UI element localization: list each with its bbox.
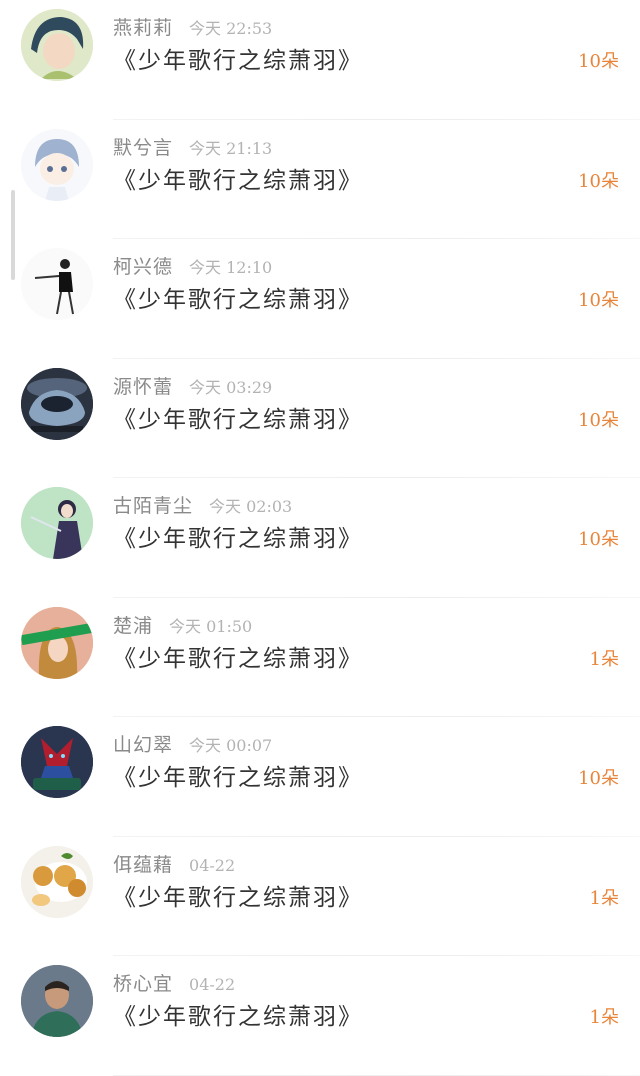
username[interactable]: 燕莉莉 (113, 17, 173, 39)
book-title[interactable]: 《少年歌行之综萧羽》 (113, 881, 363, 915)
timestamp: 今天 00:07 (189, 736, 273, 755)
fried-food-avatar-icon (21, 845, 93, 918)
username[interactable]: 古陌青尘 (113, 495, 193, 517)
robot-hero-avatar-icon (21, 726, 93, 798)
flower-count: 10朵 (578, 768, 619, 789)
book-title[interactable]: 《少年歌行之综萧羽》 (113, 164, 363, 198)
list-item[interactable]: 楚浦 今天 01:50 《少年歌行之综萧羽》 1朵 (0, 598, 640, 717)
meta-row: 桥心宜 04-22 (113, 971, 235, 997)
timestamp: 今天 21:13 (189, 138, 273, 158)
flower-count: 10朵 (578, 529, 619, 550)
avatar[interactable] (21, 487, 93, 559)
concept-car-avatar-icon (21, 367, 93, 440)
list-item[interactable]: 古陌青尘 今天 02:03 《少年歌行之综萧羽》 10朵 (0, 478, 640, 598)
book-title[interactable]: 《少年歌行之综萧羽》 (113, 761, 363, 795)
meta-row: 山幻翠 今天 00:07 (113, 732, 272, 758)
sketch-figure-avatar-icon (21, 248, 93, 320)
avatar[interactable] (21, 726, 93, 798)
book-title[interactable]: 《少年歌行之综萧羽》 (113, 642, 363, 676)
username[interactable]: 柯兴德 (113, 256, 173, 278)
list-item[interactable]: 山幻翠 今天 00:07 《少年歌行之综萧羽》 10朵 (0, 717, 640, 837)
flower-count: 1朵 (589, 1007, 619, 1028)
book-title[interactable]: 《少年歌行之综萧羽》 (113, 1000, 363, 1034)
list-item[interactable]: 默兮言 今天 21:13 《少年歌行之综萧羽》 10朵 (0, 120, 640, 239)
list-item[interactable]: 源怀蕾 今天 03:29 《少年歌行之综萧羽》 10朵 (0, 359, 640, 478)
list-item[interactable]: 佴蕴藉 04-22 《少年歌行之综萧羽》 1朵 (0, 837, 640, 956)
flower-count: 1朵 (589, 648, 619, 670)
list-item[interactable]: 燕莉莉 今天 22:53 《少年歌行之综萧羽》 10朵 (0, 0, 640, 120)
flower-count: 1朵 (589, 887, 619, 909)
avatar[interactable] (21, 367, 93, 440)
meta-row: 佴蕴藉 04-22 (113, 852, 235, 878)
timestamp: 04-22 (189, 855, 236, 875)
anime-swordsman-avatar-icon (21, 487, 93, 559)
timestamp: 今天 02:03 (209, 497, 293, 516)
avatar[interactable] (21, 128, 93, 201)
avatar[interactable] (21, 9, 93, 81)
flower-count: 10朵 (578, 170, 619, 192)
username[interactable]: 源怀蕾 (113, 376, 173, 398)
timestamp: 04-22 (189, 975, 236, 994)
meta-row: 燕莉莉 今天 22:53 (113, 15, 272, 41)
username[interactable]: 佴蕴藉 (113, 854, 173, 876)
username[interactable]: 山幻翠 (113, 734, 173, 756)
avatar[interactable] (21, 965, 93, 1037)
chibi-blue-hair-avatar-icon (21, 128, 93, 201)
flower-count: 10朵 (578, 51, 619, 72)
timestamp: 今天 12:10 (189, 258, 273, 277)
username[interactable]: 默兮言 (113, 137, 173, 159)
book-title[interactable]: 《少年歌行之综萧羽》 (113, 44, 363, 78)
list-item[interactable]: 桥心宜 04-22 《少年歌行之综萧羽》 1朵 (0, 956, 640, 1076)
gift-message-list: 燕莉莉 今天 22:53 《少年歌行之综萧羽》 10朵 默兮言 今天 21:13 《… (0, 0, 640, 1076)
meta-row: 默兮言 今天 21:13 (113, 135, 272, 161)
timestamp: 今天 01:50 (169, 616, 253, 636)
meta-row: 古陌青尘 今天 02:03 (113, 493, 292, 519)
username[interactable]: 楚浦 (113, 615, 153, 637)
book-title[interactable]: 《少年歌行之综萧羽》 (113, 522, 363, 556)
girl-photo-avatar-icon (21, 606, 93, 679)
book-title[interactable]: 《少年歌行之综萧羽》 (113, 283, 363, 317)
timestamp: 今天 22:53 (189, 19, 273, 38)
anime-boy-avatar-icon (21, 9, 93, 81)
flower-count: 10朵 (578, 290, 619, 311)
avatar[interactable] (21, 248, 93, 320)
meta-row: 柯兴德 今天 12:10 (113, 254, 272, 280)
man-portrait-avatar-icon (21, 965, 93, 1037)
list-item[interactable]: 柯兴德 今天 12:10 《少年歌行之综萧羽》 10朵 (0, 239, 640, 359)
flower-count: 10朵 (578, 409, 619, 431)
username[interactable]: 桥心宜 (113, 973, 173, 995)
avatar[interactable] (21, 606, 93, 679)
book-title[interactable]: 《少年歌行之综萧羽》 (113, 403, 363, 437)
meta-row: 源怀蕾 今天 03:29 (113, 374, 272, 400)
divider (113, 1074, 640, 1076)
timestamp: 今天 03:29 (189, 377, 273, 397)
meta-row: 楚浦 今天 01:50 (113, 613, 252, 639)
avatar[interactable] (21, 845, 93, 918)
